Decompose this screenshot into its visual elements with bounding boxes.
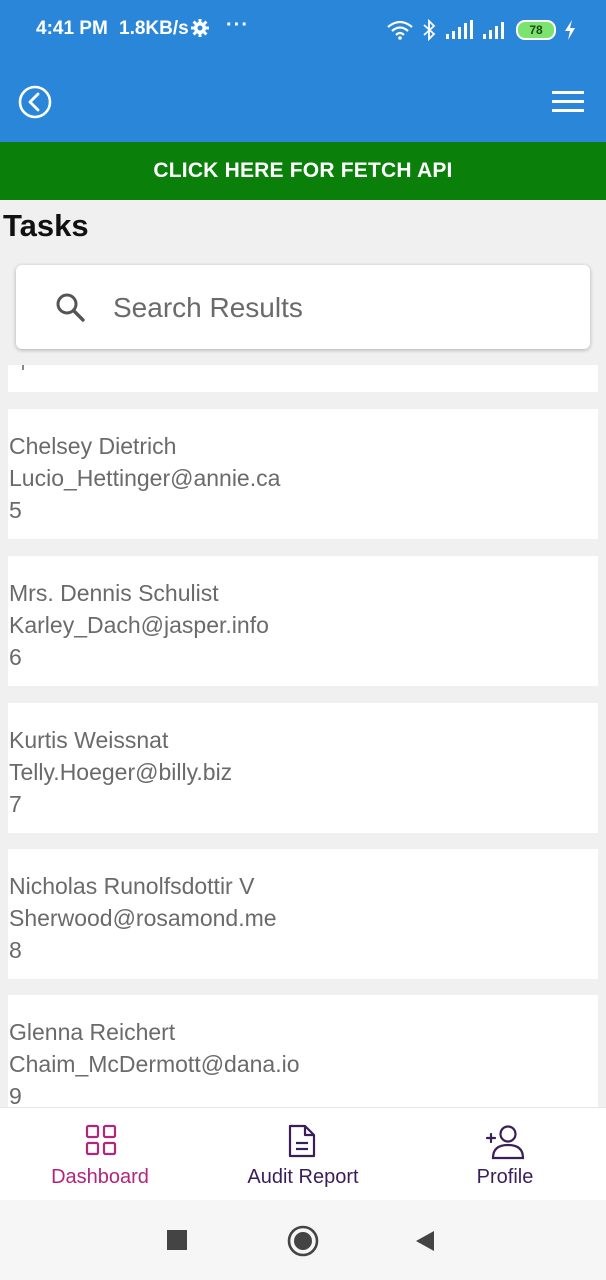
system-status-icons: 78 — [386, 16, 576, 44]
bottom-navigation: Dashboard Audit Report Profile — [0, 1107, 606, 1201]
back-circle-icon[interactable] — [18, 85, 52, 119]
dashboard-grid-icon — [85, 1124, 117, 1156]
hamburger-menu-icon[interactable] — [552, 91, 584, 113]
list-item[interactable]: Chelsey Dietrich Lucio_Hettinger@annie.c… — [8, 409, 598, 539]
list-item-partial[interactable] — [8, 365, 598, 392]
task-email: Sherwood@rosamond.me — [9, 905, 277, 931]
nav-label-audit-report: Audit Report — [247, 1166, 359, 1188]
list-item[interactable]: Glenna Reichert Chaim_McDermott@dana.io … — [8, 995, 598, 1107]
nav-item-profile[interactable]: Profile — [405, 1108, 605, 1200]
task-id: 6 — [9, 644, 22, 670]
partial-text-fragment — [22, 365, 24, 370]
wifi-icon — [387, 20, 413, 40]
status-bar: 4:41 PM 1.8KB/s ··· 78 — [0, 0, 606, 60]
document-icon — [288, 1124, 316, 1158]
task-id: 8 — [9, 937, 22, 963]
list-item[interactable]: Kurtis Weissnat Telly.Hoeger@billy.biz 7 — [8, 703, 598, 833]
search-bar[interactable] — [16, 265, 590, 349]
app-bar — [0, 60, 606, 142]
list-item[interactable]: Mrs. Dennis Schulist Karley_Dach@jasper.… — [8, 556, 598, 686]
task-name: Kurtis Weissnat — [9, 727, 169, 753]
page-title: Tasks — [3, 208, 89, 243]
task-name: Glenna Reichert — [9, 1019, 176, 1045]
task-name: Nicholas Runolfsdottir V — [9, 873, 255, 899]
task-id: 7 — [9, 791, 22, 817]
search-input[interactable] — [111, 283, 565, 333]
signal-icon — [446, 20, 473, 39]
task-id: 9 — [9, 1083, 22, 1107]
status-time: 4:41 PM — [36, 18, 108, 39]
task-email: Chaim_McDermott@dana.io — [9, 1051, 300, 1077]
task-name: Chelsey Dietrich — [9, 433, 177, 459]
signal-icon — [483, 22, 504, 39]
battery-icon: 78 — [516, 20, 556, 40]
search-icon[interactable] — [54, 291, 86, 323]
task-email: Lucio_Hettinger@annie.ca — [9, 465, 281, 491]
more-notifications-dots: ··· — [226, 14, 249, 36]
network-speed: 1.8KB/s — [119, 18, 189, 39]
task-email: Karley_Dach@jasper.info — [9, 612, 269, 638]
home-circle-icon[interactable] — [287, 1225, 319, 1257]
system-navigation-bar — [0, 1200, 606, 1280]
add-user-icon — [485, 1125, 525, 1160]
task-id: 5 — [9, 497, 22, 523]
task-list[interactable]: Chelsey Dietrich Lucio_Hettinger@annie.c… — [0, 365, 606, 1107]
charging-icon — [565, 20, 575, 40]
nav-item-audit-report[interactable]: Audit Report — [203, 1108, 403, 1200]
gear-icon — [191, 19, 209, 37]
fetch-api-button[interactable]: CLICK HERE FOR FETCH API — [0, 142, 606, 200]
nav-label-profile: Profile — [476, 1166, 534, 1188]
nav-item-dashboard[interactable]: Dashboard — [0, 1108, 200, 1200]
nav-label-dashboard: Dashboard — [51, 1166, 149, 1188]
task-name: Mrs. Dennis Schulist — [9, 580, 219, 606]
recents-square-icon[interactable] — [167, 1230, 187, 1250]
task-email: Telly.Hoeger@billy.biz — [9, 759, 233, 785]
back-triangle-icon[interactable] — [414, 1229, 436, 1253]
bluetooth-icon — [423, 19, 436, 41]
list-item[interactable]: Nicholas Runolfsdottir V Sherwood@rosamo… — [8, 849, 598, 979]
